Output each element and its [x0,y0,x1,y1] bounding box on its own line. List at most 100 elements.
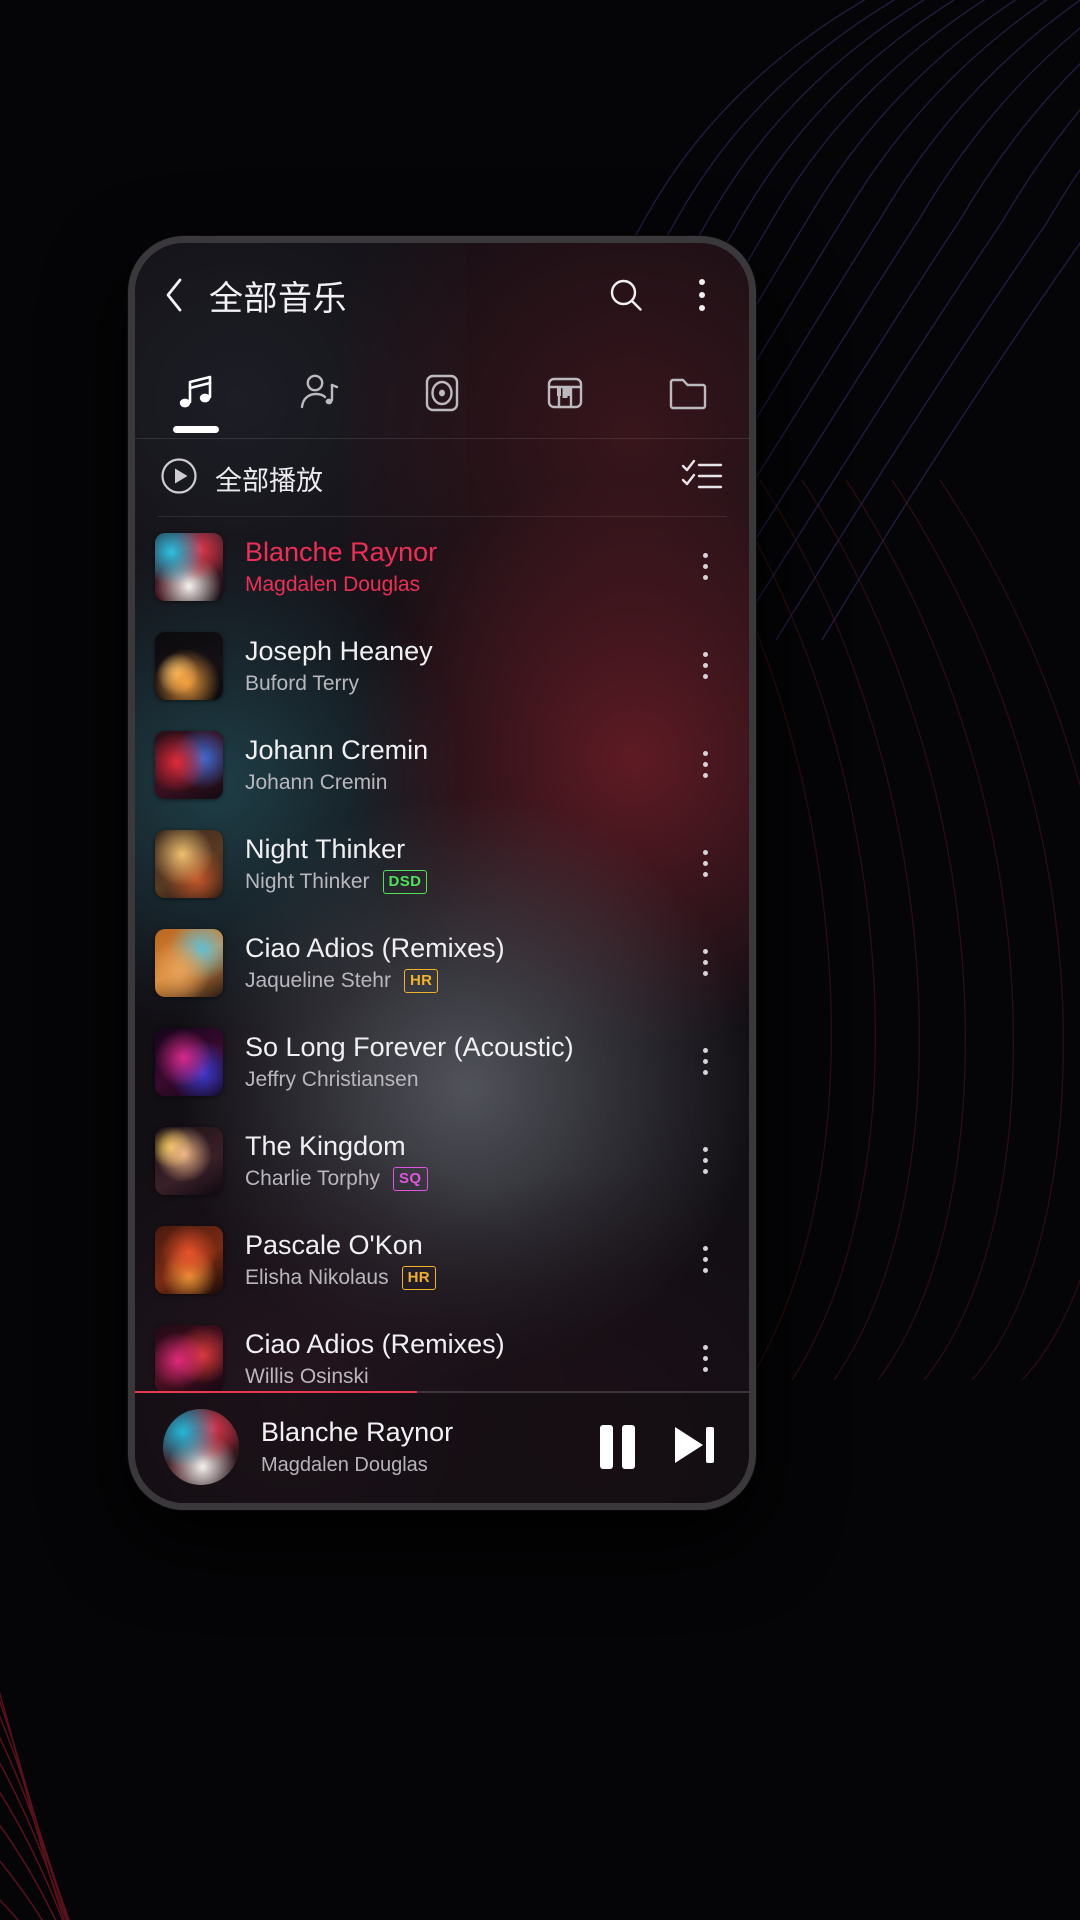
tab-artists[interactable] [258,347,381,439]
more-vertical-icon[interactable] [683,737,727,793]
quality-badge: HR [403,969,439,994]
song-artist: Johann Cremin [245,771,388,795]
piano-icon [541,369,589,417]
more-vertical-icon[interactable] [683,539,727,595]
song-meta: The Kingdom Charlie Torphy SQ [245,1130,683,1192]
page-title: 全部音乐 [209,279,347,318]
album-art [155,928,223,997]
song-artist: Willis Osinski [245,1365,369,1389]
tab-genres[interactable] [503,347,626,439]
skip-next-icon[interactable] [669,1423,719,1472]
song-artist: Elisha Nikolaus [245,1266,389,1290]
album-art [155,1225,223,1294]
song-meta: Ciao Adios (Remixes) Jaqueline Stehr HR [245,932,683,994]
progress-bar[interactable] [135,1391,749,1393]
more-vertical-icon[interactable] [683,1133,727,1189]
now-playing-artist: Magdalen Douglas [261,1454,428,1476]
more-vertical-icon[interactable] [683,1034,727,1090]
table-row[interactable]: So Long Forever (Acoustic) Jeffry Christi… [135,1012,749,1111]
song-subline: Charlie Torphy SQ [245,1167,683,1192]
song-title: Pascale O'Kon [245,1229,423,1260]
song-title: Ciao Adios (Remixes) [245,932,505,963]
song-meta: So Long Forever (Acoustic) Jeffry Christi… [245,1031,683,1093]
more-vertical-icon[interactable] [683,836,727,892]
now-playing-title: Blanche Raynor [261,1417,454,1447]
folder-icon [664,369,712,417]
active-tab-indicator [173,426,220,433]
quality-badge: SQ [393,1167,428,1192]
album-disc-icon [418,369,466,417]
play-all-label: 全部播放 [215,465,323,496]
song-meta: Pascale O'Kon Elisha Nikolaus HR [245,1229,683,1291]
play-all-row[interactable]: 全部播放 [135,439,749,517]
table-row[interactable]: Night Thinker Night Thinker DSD [135,814,749,913]
more-vertical-icon[interactable] [681,274,723,316]
song-subline: Jaqueline Stehr HR [245,969,683,994]
now-playing-meta: Blanche Raynor Magdalen Douglas [261,1417,582,1477]
tab-folders[interactable] [626,347,749,439]
table-row[interactable]: The Kingdom Charlie Torphy SQ [135,1111,749,1210]
song-subline: Willis Osinski [245,1365,683,1389]
album-art [155,532,223,601]
more-vertical-icon[interactable] [683,638,727,694]
quality-badge: HR [401,1266,437,1291]
song-meta: Johann Cremin Johann Cremin [245,734,683,796]
pause-icon[interactable] [600,1425,635,1469]
song-title: Night Thinker [245,833,406,864]
album-art [155,730,223,799]
music-app: 全部音乐 全部播放 Blanche Raynor Magdalen Dougla… [135,243,749,1503]
category-tabs [135,347,749,439]
album-art [155,1126,223,1195]
mini-player[interactable]: Blanche Raynor Magdalen Douglas [135,1391,749,1503]
song-artist: Jaqueline Stehr [245,969,391,993]
artist-icon [295,369,343,417]
song-subline: Elisha Nikolaus HR [245,1266,683,1291]
song-title: So Long Forever (Acoustic) [245,1031,574,1062]
song-meta: Ciao Adios (Remixes) Willis Osinski [245,1328,683,1390]
song-subline: Magdalen Douglas [245,573,683,597]
song-artist: Charlie Torphy [245,1167,381,1191]
song-title: Johann Cremin [245,734,429,765]
phone-mockup: 全部音乐 全部播放 Blanche Raynor Magdalen Dougla… [128,236,756,1510]
song-meta: Blanche Raynor Magdalen Douglas [245,536,683,598]
table-row[interactable]: Ciao Adios (Remixes) Jaqueline Stehr HR [135,913,749,1012]
more-vertical-icon[interactable] [683,1232,727,1288]
song-artist: Buford Terry [245,672,359,696]
song-title: The Kingdom [245,1130,406,1161]
now-playing-artwork [163,1409,239,1485]
album-art [155,829,223,898]
song-subline: Johann Cremin [245,771,683,795]
header-right-group [605,274,723,316]
song-title: Joseph Heaney [245,635,433,666]
album-art [155,1324,223,1391]
album-art [155,631,223,700]
song-subline: Buford Terry [245,672,683,696]
checklist-icon[interactable] [681,458,723,499]
song-meta: Joseph Heaney Buford Terry [245,635,683,697]
play-circle-icon[interactable] [159,456,199,501]
table-row[interactable]: Pascale O'Kon Elisha Nikolaus HR [135,1210,749,1309]
song-artist: Magdalen Douglas [245,573,421,597]
song-artist: Jeffry Christiansen [245,1068,419,1092]
chevron-left-icon[interactable] [157,278,191,312]
player-controls [600,1423,719,1472]
tab-songs[interactable] [135,347,258,439]
quality-badge: DSD [382,870,428,895]
music-note-icon [172,369,220,417]
song-title: Ciao Adios (Remixes) [245,1328,505,1359]
song-list[interactable]: Blanche Raynor Magdalen Douglas Joseph Hea… [135,517,749,1391]
header-left-group: 全部音乐 [157,271,605,320]
table-row[interactable]: Joseph Heaney Buford Terry [135,616,749,715]
table-row[interactable]: Ciao Adios (Remixes) Willis Osinski [135,1309,749,1391]
album-art [155,1027,223,1096]
song-artist: Night Thinker [245,870,370,894]
screenshot-root: 全部音乐 全部播放 Blanche Raynor Magdalen Dougla… [0,0,1080,1920]
more-vertical-icon[interactable] [683,1331,727,1387]
song-subline: Jeffry Christiansen [245,1068,683,1092]
tab-albums[interactable] [381,347,504,439]
table-row[interactable]: Johann Cremin Johann Cremin [135,715,749,814]
table-row[interactable]: Blanche Raynor Magdalen Douglas [135,517,749,616]
more-vertical-icon[interactable] [683,935,727,991]
search-icon[interactable] [605,274,647,316]
song-subline: Night Thinker DSD [245,870,683,895]
